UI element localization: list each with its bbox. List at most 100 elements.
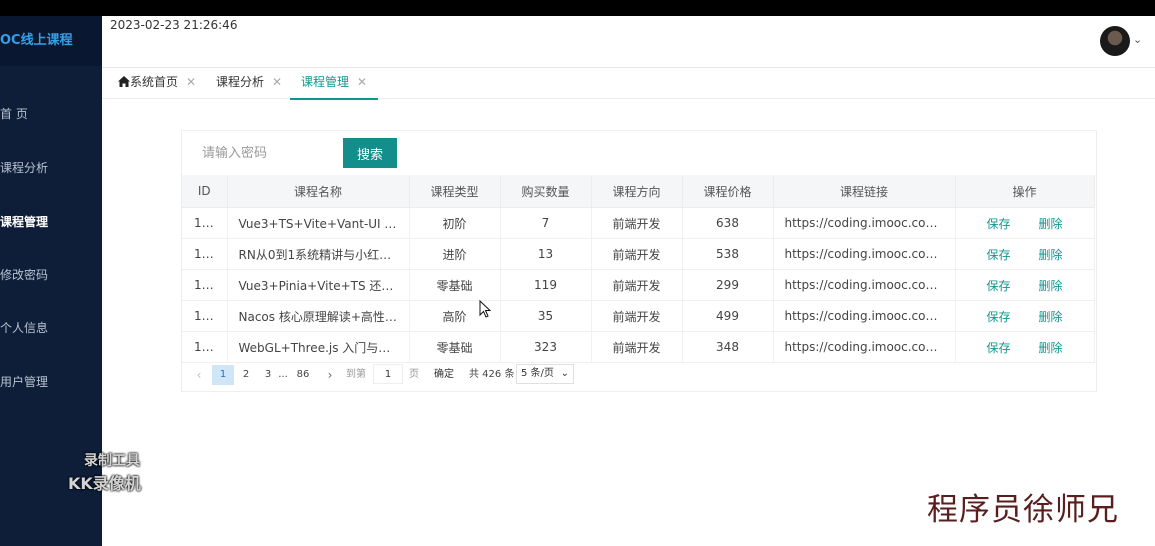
search-input[interactable] <box>193 138 341 168</box>
cell-actions: 保存 删除 <box>955 238 1095 270</box>
cell-name: WebGL+Three.js 入门与实战... <box>227 331 410 363</box>
page-86[interactable]: 86 <box>292 365 314 385</box>
table-row: 14... RN从0到1系统精讲与小红书AP... 进阶 13 前端开发 538… <box>182 238 1095 270</box>
close-icon[interactable]: ✕ <box>272 75 282 89</box>
app-logo: OC线上课程 <box>0 16 102 66</box>
save-button[interactable]: 保存 <box>986 310 1010 324</box>
delete-button[interactable]: 删除 <box>1039 279 1063 293</box>
tab-label: 课程管理 <box>301 75 350 89</box>
save-button[interactable]: 保存 <box>986 341 1010 355</box>
home-icon <box>118 76 130 87</box>
cell-price: 499 <box>682 300 774 332</box>
delete-button[interactable]: 删除 <box>1039 341 1063 355</box>
cell-purchases: 323 <box>500 331 592 363</box>
mouse-cursor-icon <box>479 300 491 318</box>
goto-page-input[interactable] <box>373 364 403 384</box>
avatar[interactable] <box>1100 26 1130 56</box>
search-button[interactable]: 搜索 <box>343 138 397 168</box>
save-button[interactable]: 保存 <box>986 279 1010 293</box>
cell-purchases: 119 <box>500 269 592 301</box>
save-button[interactable]: 保存 <box>986 217 1010 231</box>
page-2[interactable]: 2 <box>235 365 257 385</box>
cell-price: 348 <box>682 331 774 363</box>
header: 2023-02-23 21:26:46 ⌄ <box>102 16 1155 68</box>
total-count: 共 426 条 <box>469 369 515 380</box>
current-datetime: 2023-02-23 21:26:46 <box>110 18 238 32</box>
cell-actions: 保存 删除 <box>955 300 1095 332</box>
delete-button[interactable]: 删除 <box>1039 217 1063 231</box>
course-panel: 搜索 ID 课程名称 课程类型 购买数量 课程方向 课程价格 课程链接 操作 1… <box>181 130 1097 392</box>
tab-course-analysis[interactable]: 课程分析 ✕ <box>216 68 282 98</box>
screen-top-bar <box>0 0 1155 16</box>
sidebar-item-change-password[interactable]: 修改密码 <box>0 265 48 285</box>
chevron-down-icon[interactable]: ⌄ <box>1133 33 1142 46</box>
cell-direction: 前端开发 <box>591 207 683 239</box>
recorder-watermark: 录制工具 KK录像机 <box>68 450 168 494</box>
delete-button[interactable]: 删除 <box>1039 248 1063 262</box>
column-header-actions: 操作 <box>955 175 1095 208</box>
tab-course-management[interactable]: 课程管理 ✕ <box>290 68 379 100</box>
cell-type: 初阶 <box>409 207 501 239</box>
column-header-name: 课程名称 <box>227 175 410 208</box>
cell-purchases: 7 <box>500 207 592 239</box>
sidebar-item-course-management[interactable]: 课程管理 <box>0 212 48 232</box>
table-row: 14... Vue3+Pinia+Vite+TS 还原高... 零基础 119 … <box>182 269 1095 301</box>
cell-link: https://coding.imooc.com/cl... <box>773 207 956 239</box>
save-button[interactable]: 保存 <box>986 248 1010 262</box>
goto-suffix: 页 <box>409 369 419 380</box>
column-header-type: 课程类型 <box>409 175 501 208</box>
page-1[interactable]: 1 <box>212 365 234 385</box>
column-header-price: 课程价格 <box>682 175 774 208</box>
cell-link: https://coding.imooc.com/cl... <box>773 331 956 363</box>
cell-name: Nacos 核心原理解读+高性能微... <box>227 300 410 332</box>
chevron-down-icon: ⌄ <box>560 368 569 379</box>
logo-text: OC线上课程 <box>0 33 73 48</box>
table-row: 14... Nacos 核心原理解读+高性能微... 高阶 35 前端开发 49… <box>182 300 1095 332</box>
cell-direction: 前端开发 <box>591 238 683 270</box>
cell-purchases: 35 <box>500 300 592 332</box>
sidebar-item-profile[interactable]: 个人信息 <box>0 318 48 338</box>
cell-link: https://coding.imooc.com/cl... <box>773 269 956 301</box>
close-icon[interactable]: ✕ <box>357 75 367 89</box>
tab-label: 系统首页 <box>130 75 179 89</box>
column-header-link: 课程链接 <box>773 175 956 208</box>
cell-direction: 前端开发 <box>591 300 683 332</box>
cell-price: 299 <box>682 269 774 301</box>
cell-name: RN从0到1系统精讲与小红书AP... <box>227 238 410 270</box>
tab-bar: 系统首页 ✕ 课程分析 ✕ 课程管理 ✕ <box>102 68 1155 100</box>
cell-actions: 保存 删除 <box>955 331 1095 363</box>
cell-direction: 前端开发 <box>591 331 683 363</box>
cell-type: 零基础 <box>409 269 501 301</box>
sidebar-item-course-analysis[interactable]: 课程分析 <box>0 158 48 178</box>
recorder-watermark-line1: 录制工具 <box>84 453 140 469</box>
sidebar-item-home[interactable]: 首 页 <box>0 104 28 124</box>
tab-label: 课程分析 <box>216 75 265 89</box>
cell-id: 14... <box>182 300 228 332</box>
goto-confirm-button[interactable]: 确定 <box>434 365 454 385</box>
page-size-value: 5 条/页 <box>521 368 554 379</box>
column-header-direction: 课程方向 <box>591 175 683 208</box>
cell-price: 538 <box>682 238 774 270</box>
prev-page-icon[interactable]: ‹ <box>190 365 208 385</box>
cell-direction: 前端开发 <box>591 269 683 301</box>
close-icon[interactable]: ✕ <box>186 75 196 89</box>
tab-system-home[interactable]: 系统首页 ✕ <box>118 68 196 98</box>
page-ellipsis[interactable]: ... <box>274 365 292 385</box>
delete-button[interactable]: 删除 <box>1039 310 1063 324</box>
goto-prefix: 到第 <box>346 369 366 380</box>
page-size-select[interactable]: 5 条/页 ⌄ <box>516 364 574 384</box>
cell-actions: 保存 删除 <box>955 269 1095 301</box>
cell-name: Vue3+TS+Vite+Vant-UI 开发... <box>227 207 410 239</box>
cell-link: https://coding.imooc.com/cl... <box>773 238 956 270</box>
table-row: 14... Vue3+TS+Vite+Vant-UI 开发... 初阶 7 前端… <box>182 207 1095 239</box>
next-page-icon[interactable]: › <box>321 365 339 385</box>
table-row: 14... WebGL+Three.js 入门与实战... 零基础 323 前端… <box>182 331 1095 363</box>
cell-purchases: 13 <box>500 238 592 270</box>
cell-price: 638 <box>682 207 774 239</box>
table-header-row: ID 课程名称 课程类型 购买数量 课程方向 课程价格 课程链接 操作 <box>182 175 1095 208</box>
course-table: ID 课程名称 课程类型 购买数量 课程方向 课程价格 课程链接 操作 14..… <box>182 175 1095 363</box>
recorder-watermark-line2: KK录像机 <box>68 474 141 493</box>
sidebar-item-user-management[interactable]: 用户管理 <box>0 372 48 392</box>
cell-id: 14... <box>182 269 228 301</box>
cell-type: 零基础 <box>409 331 501 363</box>
